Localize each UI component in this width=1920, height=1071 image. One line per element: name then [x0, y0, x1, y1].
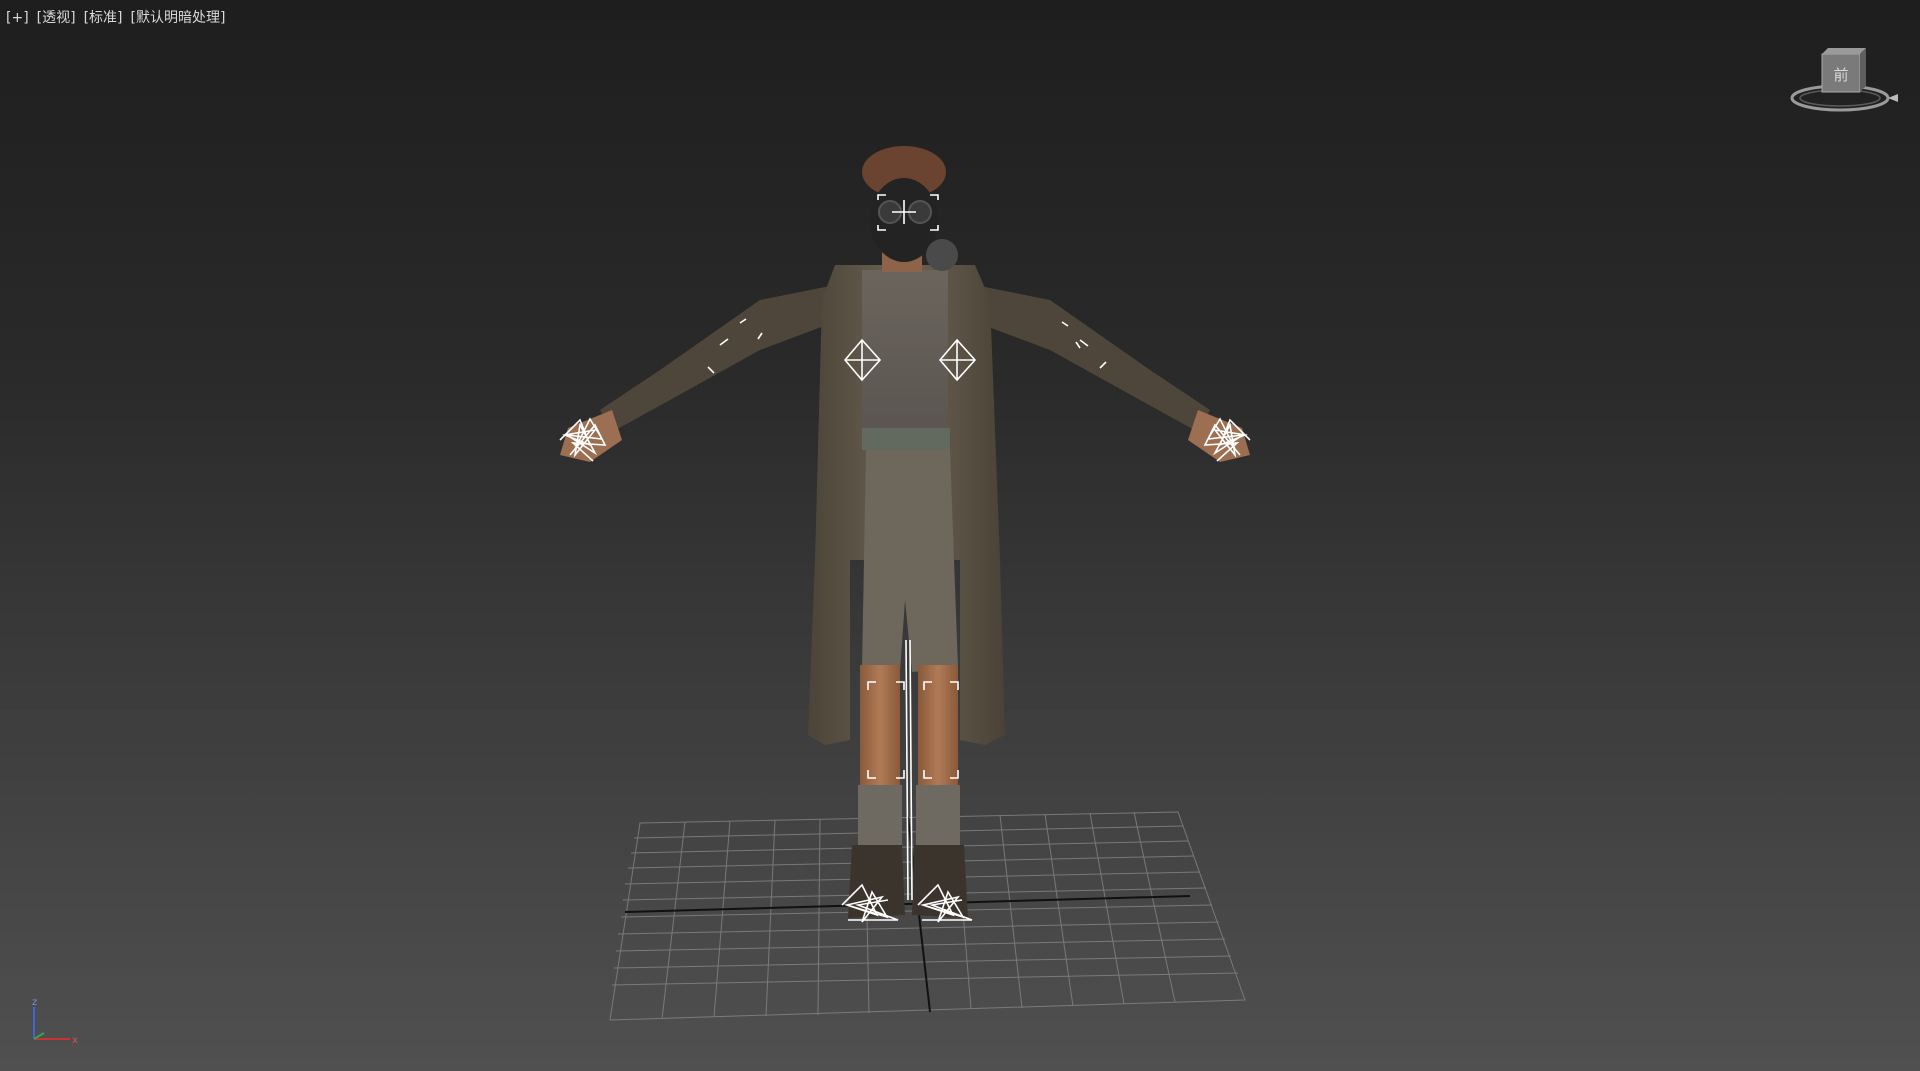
z-axis-label: z	[32, 997, 37, 1008]
right-boot	[912, 845, 968, 918]
viewcube-face-label: 前	[1833, 66, 1848, 84]
spine-rig[interactable]	[905, 639, 909, 901]
shorts	[862, 450, 958, 672]
x-axis-label: x	[72, 1035, 78, 1045]
scene-canvas[interactable]	[0, 0, 1920, 1071]
left-sock	[858, 785, 902, 845]
mask-filter	[926, 239, 958, 271]
belt	[862, 428, 950, 450]
viewcube-icon[interactable]: 前	[1784, 44, 1902, 122]
character-model[interactable]	[560, 146, 1250, 918]
axis-tripod-icon: z x	[26, 995, 86, 1046]
perspective-viewport[interactable]: [+] [透视] [标准] [默认明暗处理] 前 z x	[0, 0, 1920, 1071]
left-leg	[860, 665, 900, 785]
shirt	[862, 270, 948, 435]
right-arm[interactable]	[970, 285, 1210, 432]
right-sock	[916, 785, 960, 845]
left-arm[interactable]	[600, 285, 840, 432]
